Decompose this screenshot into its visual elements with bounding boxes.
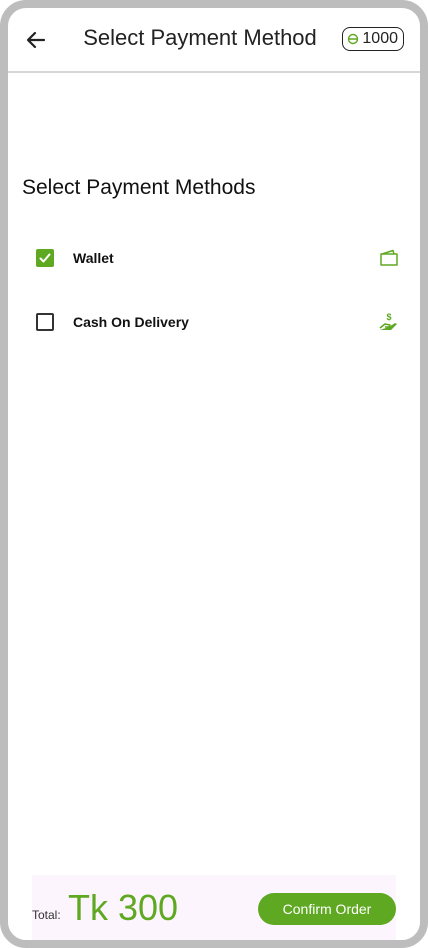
total-label: Total:: [32, 908, 61, 922]
confirm-order-button[interactable]: Confirm Order: [258, 893, 396, 925]
payment-option-cash-on-delivery[interactable]: Cash On Delivery $: [36, 307, 400, 337]
coin-balance-value: 1000: [362, 30, 398, 47]
phone-frame: Select Payment Method 1000 Select Paymen…: [0, 0, 428, 948]
wallet-icon: [378, 247, 400, 269]
coin-icon: [348, 33, 359, 45]
checkmark-icon: [39, 253, 51, 263]
total-amount: Tk 300: [68, 887, 179, 928]
wallet-label: Wallet: [73, 250, 114, 266]
checkout-bar: Total: Tk 300 Confirm Order: [32, 875, 396, 940]
section-title: Select Payment Methods: [22, 176, 256, 199]
coin-balance-badge[interactable]: 1000: [342, 27, 404, 51]
app-header: Select Payment Method 1000: [8, 8, 420, 73]
cash-on-delivery-label: Cash On Delivery: [73, 314, 189, 330]
wallet-checkbox[interactable]: [36, 249, 54, 267]
cash-on-delivery-checkbox[interactable]: [36, 313, 54, 331]
cash-hand-icon: $: [378, 311, 400, 333]
svg-text:$: $: [386, 312, 391, 322]
payment-option-wallet[interactable]: Wallet: [36, 243, 400, 273]
